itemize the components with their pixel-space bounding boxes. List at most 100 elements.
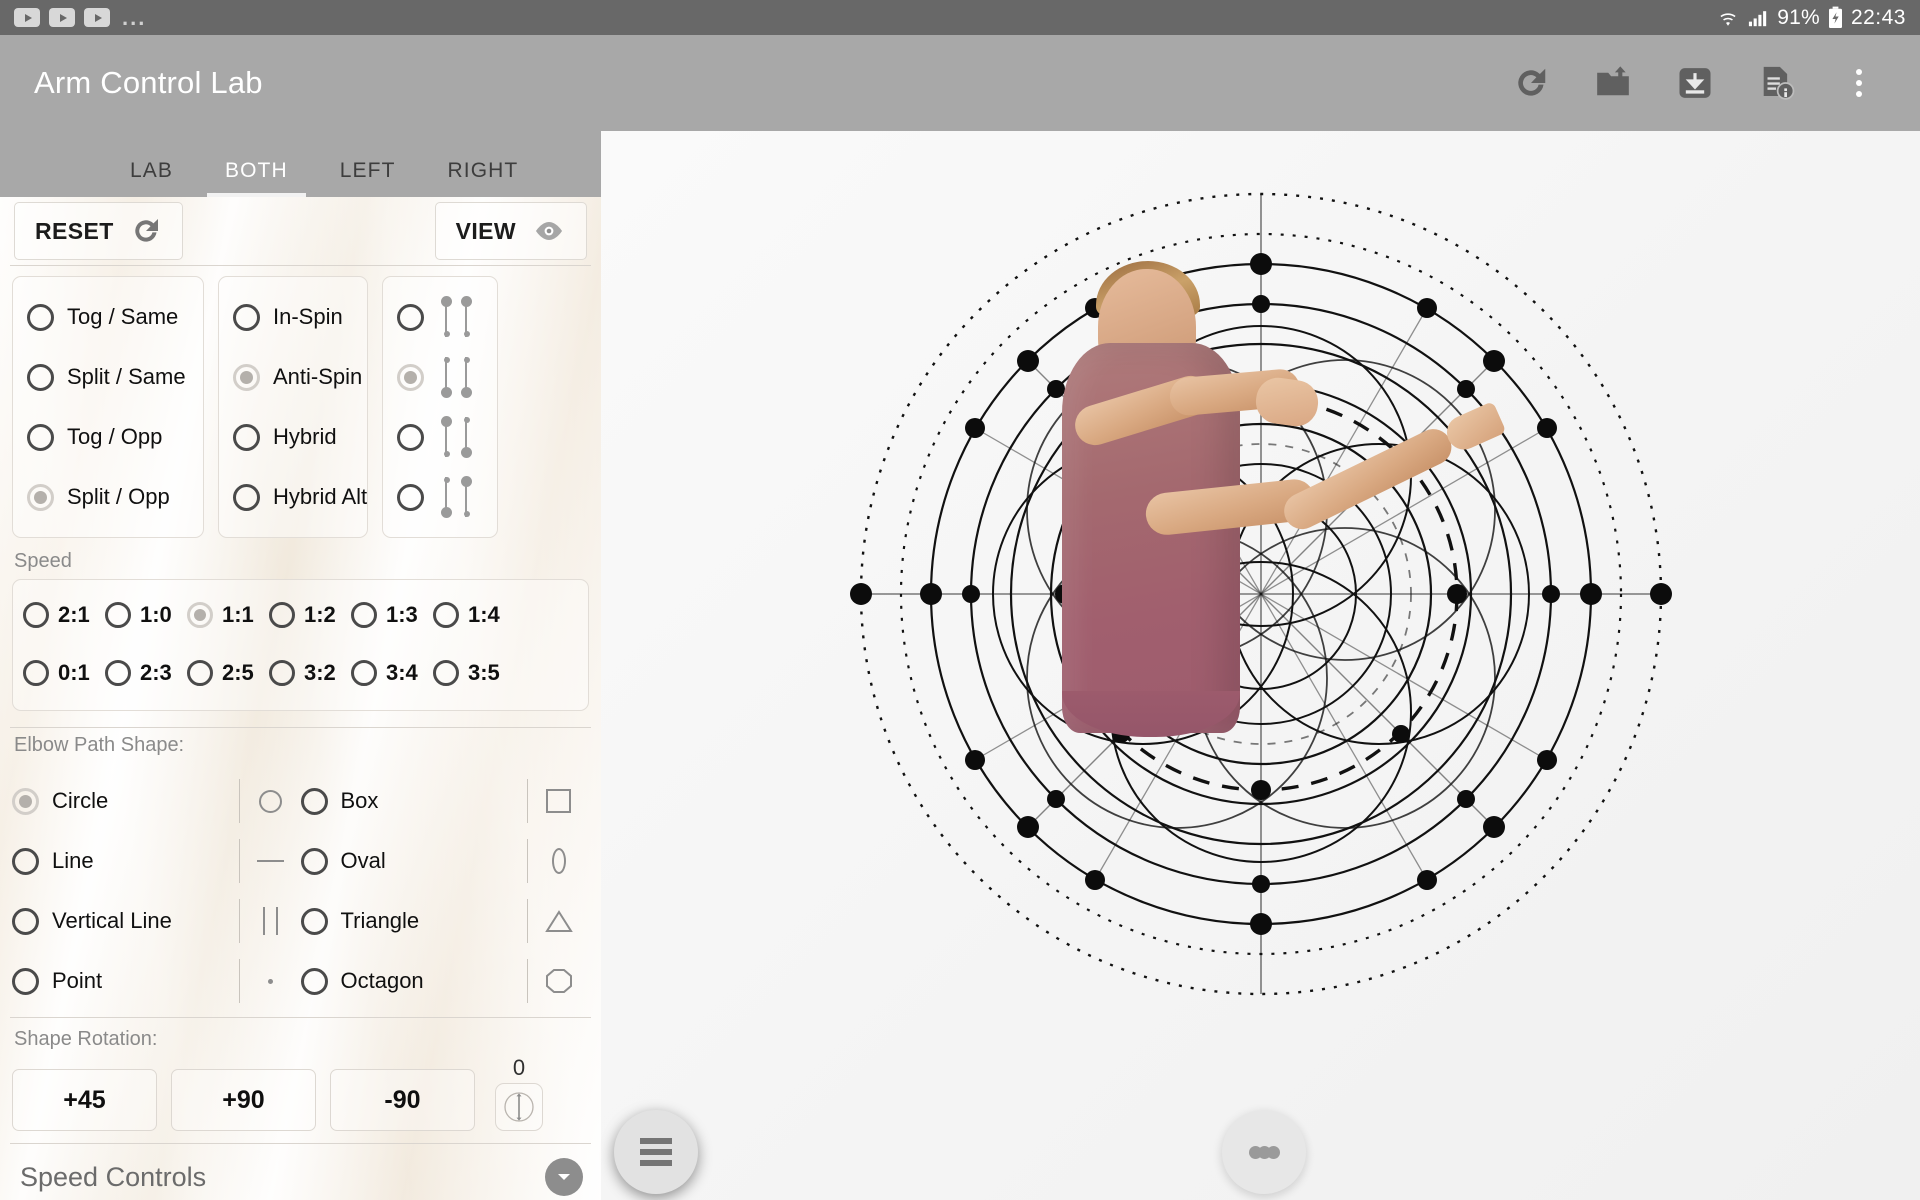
- chevron-down-icon[interactable]: [545, 1158, 583, 1196]
- spin-option-anti-spin[interactable]: Anti-Spin: [233, 347, 362, 407]
- speed-option-3-2[interactable]: 3:2: [269, 644, 351, 702]
- eye-icon: [536, 222, 562, 240]
- timing-option-tog-same[interactable]: Tog / Same: [27, 287, 189, 347]
- load-button[interactable]: [1592, 62, 1634, 104]
- speed-option-1-2[interactable]: 1:2: [269, 586, 351, 644]
- speed-option-1-1[interactable]: 1:1: [187, 586, 269, 644]
- option-label: 1:3: [386, 602, 418, 627]
- radio-button-selected[interactable]: [397, 363, 424, 391]
- elbow-option-oval[interactable]: Oval: [300, 831, 590, 891]
- spin-option-hybrid[interactable]: Hybrid: [233, 407, 353, 467]
- spin-option-hybrid-alt[interactable]: Hybrid Alt: [233, 467, 367, 527]
- radio-button-selected[interactable]: [12, 787, 39, 815]
- tab-right[interactable]: RIGHT: [422, 159, 545, 197]
- speed-option-1-0[interactable]: 1:0: [105, 586, 187, 644]
- option-label: 0:1: [58, 660, 90, 685]
- radio-button[interactable]: [397, 303, 424, 331]
- radio-button-selected[interactable]: [27, 483, 54, 511]
- option-label: Hybrid: [273, 424, 337, 449]
- radio-button[interactable]: [233, 303, 260, 331]
- radio-button[interactable]: [300, 847, 328, 875]
- visualization-canvas[interactable]: [601, 131, 1920, 1200]
- elbow-option-point[interactable]: Point: [12, 951, 301, 1011]
- options-fab-button[interactable]: [1222, 1110, 1306, 1194]
- radio-button[interactable]: [269, 660, 295, 686]
- radio-button[interactable]: [23, 602, 49, 628]
- save-button[interactable]: [1674, 62, 1716, 104]
- radio-button[interactable]: [233, 423, 260, 451]
- app-bar-actions: [1510, 62, 1898, 104]
- tab-lab[interactable]: LAB: [104, 159, 199, 197]
- rotate-plus-90-button[interactable]: +90: [171, 1069, 316, 1131]
- radio-button-selected[interactable]: [233, 363, 260, 391]
- view-button[interactable]: VIEW: [434, 202, 587, 260]
- radio-button[interactable]: [300, 967, 328, 995]
- speed-controls-header[interactable]: Speed Controls: [0, 1144, 601, 1200]
- radio-button[interactable]: [187, 660, 213, 686]
- radio-button[interactable]: [351, 602, 377, 628]
- radio-button[interactable]: [105, 660, 131, 686]
- vertical-line-shape-icon: [238, 899, 301, 943]
- radio-button[interactable]: [300, 907, 328, 935]
- rotate-minus-90-button[interactable]: -90: [330, 1069, 475, 1131]
- radio-button[interactable]: [105, 602, 131, 628]
- timing-option-split-same[interactable]: Split / Same: [27, 347, 189, 407]
- speed-option-1-3[interactable]: 1:3: [351, 586, 433, 644]
- speed-option-1-4[interactable]: 1:4: [433, 586, 515, 644]
- speed-option-2-3[interactable]: 2:3: [105, 644, 187, 702]
- rotation-indicator: 0: [495, 1055, 543, 1131]
- rotate-plus-45-button[interactable]: +45: [12, 1069, 157, 1131]
- radio-button[interactable]: [351, 660, 377, 686]
- radio-button[interactable]: [12, 847, 39, 875]
- radio-button[interactable]: [397, 483, 424, 511]
- speed-option-0-1[interactable]: 0:1: [23, 644, 105, 702]
- elbow-option-octagon[interactable]: Octagon: [300, 951, 590, 1011]
- controls-panel: LAB BOTH LEFT RIGHT RESET VIEW Tog / Sam…: [0, 131, 601, 1200]
- elbow-option-triangle[interactable]: Triangle: [300, 891, 590, 951]
- orientation-option-left-up-right-down[interactable]: [397, 407, 483, 467]
- timing-option-tog-opp[interactable]: Tog / Opp: [27, 407, 189, 467]
- speed-option-2-1[interactable]: 2:1: [23, 586, 105, 644]
- radio-button[interactable]: [27, 423, 54, 451]
- option-label: Vertical Line: [52, 908, 172, 933]
- radio-button[interactable]: [433, 660, 459, 686]
- menu-fab-button[interactable]: [614, 1110, 698, 1194]
- speed-option-3-4[interactable]: 3:4: [351, 644, 433, 702]
- elbow-option-vertical-line[interactable]: Vertical Line: [12, 891, 301, 951]
- timing-option-split-opp[interactable]: Split / Opp: [27, 467, 189, 527]
- radio-button[interactable]: [27, 303, 54, 331]
- info-button[interactable]: [1756, 62, 1798, 104]
- orientation-option-both-down[interactable]: [397, 347, 483, 407]
- radio-button[interactable]: [23, 660, 49, 686]
- horizontal-line-shape-icon: [238, 839, 301, 883]
- youtube-icon: [49, 8, 75, 27]
- tab-both[interactable]: BOTH: [199, 159, 314, 197]
- radio-button[interactable]: [433, 602, 459, 628]
- dancer-figure: [956, 211, 1507, 737]
- reset-button[interactable]: RESET: [14, 202, 183, 260]
- orientation-option-left-down-right-up[interactable]: [397, 467, 483, 527]
- radio-button[interactable]: [300, 787, 328, 815]
- overflow-menu-button[interactable]: [1838, 62, 1880, 104]
- radio-button[interactable]: [269, 602, 295, 628]
- radio-button[interactable]: [12, 967, 39, 995]
- orientation-option-both-up[interactable]: [397, 287, 483, 347]
- figure-left-hand: [1253, 374, 1321, 430]
- overflow-menu-icon: [1856, 69, 1862, 97]
- speed-option-3-5[interactable]: 3:5: [433, 644, 515, 702]
- tab-left[interactable]: LEFT: [314, 159, 422, 197]
- radio-button[interactable]: [12, 907, 39, 935]
- oval-shape-icon: [527, 839, 589, 883]
- radio-button[interactable]: [233, 483, 260, 511]
- speed-row-1: 2:1 1:0 1:1 1:2 1:3 1:4: [23, 586, 578, 644]
- elbow-option-line[interactable]: Line: [12, 831, 301, 891]
- elbow-option-box[interactable]: Box: [300, 771, 590, 831]
- radio-button-selected[interactable]: [187, 602, 213, 628]
- radio-button[interactable]: [27, 363, 54, 391]
- elbow-option-circle[interactable]: Circle: [12, 771, 301, 831]
- spin-option-in-spin[interactable]: In-Spin: [233, 287, 353, 347]
- refresh-button[interactable]: [1510, 62, 1552, 104]
- speed-option-2-5[interactable]: 2:5: [187, 644, 269, 702]
- rotation-dial-icon[interactable]: [495, 1083, 543, 1131]
- radio-button[interactable]: [397, 423, 424, 451]
